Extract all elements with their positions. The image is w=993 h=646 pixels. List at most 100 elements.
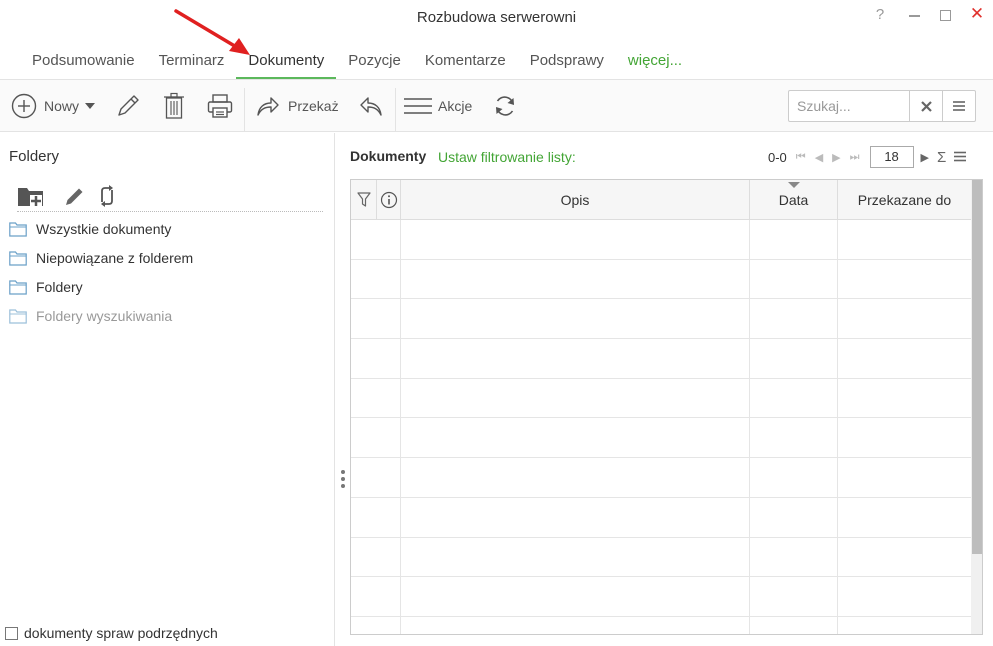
vertical-scrollbar[interactable]	[971, 180, 982, 634]
tab-terminarz[interactable]: Terminarz	[147, 44, 237, 79]
grid-body	[351, 220, 971, 634]
search-box	[788, 90, 976, 122]
next-page-disabled-icon[interactable]: ▶	[832, 151, 840, 164]
refresh-icon	[496, 96, 514, 116]
filter-icon	[356, 192, 371, 207]
column-header-opis[interactable]: Opis	[401, 180, 750, 220]
prev-page-icon[interactable]: ◀	[815, 151, 823, 164]
panel-splitter-handle[interactable]	[341, 470, 345, 491]
first-page-icon[interactable]: ⏮	[796, 151, 806, 164]
window-title: Rozbudowa serwerowni	[416, 9, 577, 26]
tab-podsprawy[interactable]: Podsprawy	[518, 44, 616, 79]
grid-cell	[838, 339, 971, 378]
add-folder-button[interactable]	[17, 185, 47, 212]
grid-cell	[401, 299, 750, 339]
maximize-icon	[939, 10, 951, 21]
sum-icon[interactable]: Σ	[937, 149, 946, 166]
search-menu-button[interactable]	[942, 91, 975, 121]
grid-cell	[750, 458, 838, 497]
folder-item-search-folders[interactable]: Foldery wyszukiwania	[9, 308, 193, 337]
reply-icon	[360, 97, 382, 116]
new-button[interactable]: Nowy	[11, 80, 96, 132]
folders-title: Foldery	[9, 148, 60, 165]
trash-icon	[164, 92, 184, 119]
empty-grid-row	[351, 537, 971, 578]
record-range: 0-0	[768, 149, 787, 165]
grid-cell	[351, 418, 401, 458]
tab-podsumowanie[interactable]: Podsumowanie	[20, 44, 147, 79]
forward-icon	[257, 97, 279, 116]
grid-cell	[351, 378, 401, 418]
edit-button[interactable]	[115, 80, 141, 132]
empty-grid-row	[351, 378, 971, 419]
reply-button[interactable]	[359, 80, 383, 132]
subcases-checkbox-label: dokumenty spraw podrzędnych	[24, 625, 218, 641]
empty-grid-row	[351, 299, 971, 340]
tab-pozycje[interactable]: Pozycje	[336, 44, 413, 79]
grid-cell	[838, 617, 971, 634]
column-header-data[interactable]: Data	[750, 180, 838, 220]
plus-circle-icon	[11, 93, 37, 119]
grid-cell	[750, 537, 838, 577]
last-page-icon[interactable]: ⏭	[850, 151, 860, 164]
grid-cell	[750, 259, 838, 299]
grid-header: Opis Data Przekazane do	[351, 180, 971, 220]
delete-button[interactable]	[163, 80, 185, 132]
minimize-icon	[908, 15, 920, 17]
grid-cell	[401, 537, 750, 577]
subcases-checkbox[interactable]	[5, 626, 18, 640]
empty-grid-row	[351, 418, 971, 459]
column-info-header[interactable]	[377, 180, 401, 220]
page-size-input[interactable]: 18	[869, 146, 914, 168]
folder-icon	[9, 222, 27, 237]
grid-cell	[750, 378, 838, 418]
grid-cell	[750, 497, 838, 537]
close-button[interactable]: ✕	[966, 4, 988, 24]
folder-icon	[9, 280, 27, 295]
list-menu-button[interactable]	[954, 150, 967, 165]
print-button[interactable]	[207, 80, 233, 132]
scrollbar-thumb[interactable]	[972, 180, 982, 554]
grid-cell	[838, 379, 971, 418]
maximize-button[interactable]	[934, 6, 956, 21]
minimize-button[interactable]	[903, 6, 925, 17]
grid-cell	[401, 378, 750, 418]
folder-item-unassigned[interactable]: Niepowiązane z folderem	[9, 250, 193, 279]
search-clear-button[interactable]	[909, 91, 942, 121]
hamburger-icon	[954, 151, 967, 161]
tab-komentarze[interactable]: Komentarze	[413, 44, 518, 79]
toolbar-separator	[395, 88, 396, 132]
edit-folder-button[interactable]	[64, 185, 86, 210]
page-size-arrow-icon[interactable]: ▶	[921, 151, 929, 164]
grid-cell	[401, 616, 750, 634]
folder-list: Wszystkie dokumenty Niepowiązane z folde…	[9, 221, 193, 337]
set-list-filter-link[interactable]: Ustaw filtrowanie listy:	[438, 149, 576, 165]
help-button[interactable]: ?	[869, 6, 891, 23]
hamburger-icon	[404, 98, 432, 114]
forward-button[interactable]: Przekaż	[256, 80, 339, 132]
column-header-przekazane-do[interactable]: Przekazane do	[838, 180, 971, 220]
grid-cell	[401, 339, 750, 378]
column-filter-header[interactable]	[351, 180, 377, 220]
grid-cell	[838, 577, 971, 616]
grid-cell	[838, 418, 971, 457]
search-input[interactable]	[789, 91, 909, 121]
splitter-dot	[341, 477, 345, 481]
refresh-button[interactable]	[493, 80, 517, 132]
subcases-checkbox-row[interactable]: dokumenty spraw podrzędnych	[5, 625, 218, 641]
tab-more[interactable]: więcej...	[616, 44, 694, 79]
grid-cell	[401, 259, 750, 299]
folder-item-label: Foldery	[36, 279, 83, 295]
grid-cell	[351, 299, 401, 339]
folder-item-all-documents[interactable]: Wszystkie dokumenty	[9, 221, 193, 250]
pencil-icon	[118, 95, 139, 116]
grid-cell	[838, 498, 971, 537]
actions-button[interactable]: Akcje	[404, 80, 472, 132]
folder-add-icon	[18, 188, 43, 207]
folders-panel: Foldery Wszystkie dokumenty Niepowiązane…	[0, 133, 335, 646]
sync-folders-button[interactable]	[97, 185, 117, 210]
grid-cell	[838, 260, 971, 299]
folder-item-folders[interactable]: Foldery	[9, 279, 193, 308]
folder-icon	[9, 309, 27, 324]
tab-dokumenty[interactable]: Dokumenty	[236, 44, 337, 79]
